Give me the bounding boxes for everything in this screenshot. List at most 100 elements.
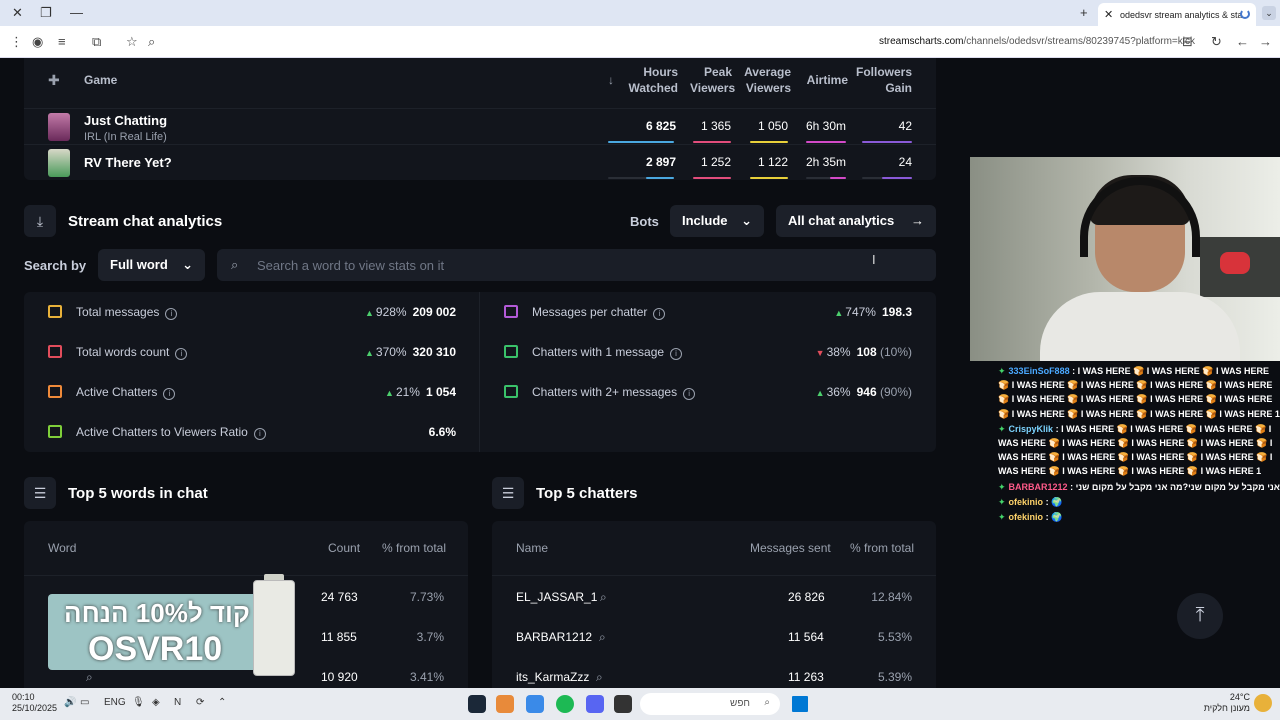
search-chatter-icon[interactable]: ⌕ xyxy=(596,670,603,685)
messages-per-chatter-icon xyxy=(504,305,518,318)
windows-start-icon[interactable] xyxy=(792,696,808,712)
col-hours-watched[interactable]: Hours Watched xyxy=(620,64,678,96)
followers-gain: 24 xyxy=(898,155,912,169)
weather-sun-icon xyxy=(1254,694,1272,712)
taskbar-search[interactable]: חפש ⌕ xyxy=(640,693,780,715)
sync-icon[interactable]: ⟳ xyxy=(196,697,204,708)
stats-divider xyxy=(479,292,480,452)
bots-dropdown[interactable]: Include ⌄ xyxy=(670,205,764,237)
chatter-name[interactable]: its_KarmaZzz xyxy=(516,670,589,684)
bookmark-star-icon[interactable]: ☆ xyxy=(126,34,138,50)
info-icon[interactable]: i xyxy=(165,308,178,320)
search-chatter-icon[interactable]: ⌕ xyxy=(600,590,607,605)
stat-label: Active Chatters xyxy=(76,385,158,399)
game-name[interactable]: RV There Yet? xyxy=(84,155,172,170)
col-average-viewers[interactable]: Average Viewers xyxy=(738,64,791,96)
close-window-icon[interactable]: ✕ xyxy=(12,5,23,21)
tab-list-chevron-icon[interactable]: ⌄ xyxy=(1262,6,1276,20)
avg-bar xyxy=(750,141,788,143)
info-icon[interactable]: i xyxy=(683,388,696,400)
word-search-input[interactable] xyxy=(257,255,857,275)
back-icon[interactable]: ← xyxy=(1236,34,1249,49)
count-cell: 10 920 xyxy=(321,670,358,684)
game-row[interactable]: RV There Yet? 2 897 1 252 1 122 2h 35m 2… xyxy=(24,144,936,180)
weather-widget[interactable]: 24°C מעונן חלקית xyxy=(1200,692,1250,714)
mic-icon[interactable]: 🎙 xyxy=(132,697,145,708)
taskbar-search-label: חפש xyxy=(730,698,750,709)
zoom-icon[interactable]: ⌕ xyxy=(148,34,155,50)
download-icon[interactable]: ⤓ xyxy=(24,205,56,237)
restore-window-icon[interactable]: ❐ xyxy=(40,5,52,21)
game-controller-image xyxy=(1220,252,1250,274)
game-name[interactable]: Just Chatting xyxy=(84,113,167,128)
pct-cell: 5.53% xyxy=(877,630,912,644)
col-count: Count xyxy=(328,541,361,555)
info-icon[interactable]: i xyxy=(175,348,188,360)
spotify-app-icon[interactable] xyxy=(556,695,574,713)
onenote-icon[interactable]: N xyxy=(174,697,181,708)
reading-list-icon[interactable]: ≡ xyxy=(58,34,66,49)
pct-cell: 5.39% xyxy=(877,670,912,684)
messages-cell: 11 263 xyxy=(788,670,824,684)
extensions-icon[interactable]: ⧉ xyxy=(92,34,101,50)
forward-icon[interactable]: → xyxy=(1259,34,1272,49)
site-settings-icon[interactable]: ⊟ xyxy=(1182,34,1193,50)
chevron-down-icon: ⌄ xyxy=(741,213,752,228)
clock-time: 00:10 xyxy=(12,692,35,702)
chat-text: מה אני מקבל על מקום שני?מה אני מקבל על מ… xyxy=(1075,481,1280,492)
messages-icon xyxy=(48,305,62,318)
stat-label: Chatters with 1 message xyxy=(532,345,665,359)
info-icon[interactable]: i xyxy=(670,348,683,360)
stat-chatters-viewers-ratio: Active Chatters to Viewers Ratio i 6.6% xyxy=(48,425,456,445)
chatter-name[interactable]: EL_JASSAR_1 xyxy=(516,590,597,604)
info-icon[interactable]: i xyxy=(253,428,266,440)
new-tab-icon[interactable]: + xyxy=(1080,5,1088,20)
chat-message: ✦ BARBAR1212 : מה אני מקבל על מקום שני?מה… xyxy=(998,480,1280,494)
volume-icon[interactable]: 🔊 xyxy=(64,697,76,708)
top-chatters-table: Name Messages sent % from total EL_JASSA… xyxy=(492,521,936,688)
chatter-name[interactable]: BARBAR1212 xyxy=(516,630,592,644)
battery-icon[interactable]: ▭ xyxy=(80,697,89,708)
info-icon[interactable]: i xyxy=(163,388,176,400)
col-airtime[interactable]: Airtime xyxy=(800,72,848,88)
stat-label: Chatters with 2+ messages xyxy=(532,385,678,399)
tab-active[interactable]: ✕ odedsvr stream analytics & sta xyxy=(1098,3,1256,26)
stat-value: 108 xyxy=(856,345,877,359)
network-icon[interactable]: ◈ xyxy=(152,697,160,708)
scroll-to-top-icon[interactable]: ⤒ xyxy=(1177,593,1223,639)
up-arrow-icon: ▲ xyxy=(834,308,844,318)
discord-app-icon[interactable] xyxy=(586,695,604,713)
word-search[interactable]: ⌕ xyxy=(217,249,936,281)
steam-app-icon[interactable] xyxy=(468,695,486,713)
col-followers-gain[interactable]: Followers Gain xyxy=(856,64,912,96)
all-chat-analytics-button[interactable]: All chat analytics → xyxy=(776,205,936,237)
terminal-app-icon[interactable] xyxy=(614,695,632,713)
words-icon xyxy=(48,345,62,358)
chat-badge-icon: ✦ xyxy=(998,512,1006,523)
col-game[interactable]: Game xyxy=(84,72,117,88)
col-peak-viewers[interactable]: Peak Viewers xyxy=(690,64,735,96)
info-icon[interactable]: i xyxy=(653,308,666,320)
menu-dots-icon[interactable]: ⋮ xyxy=(10,34,23,50)
search-chatter-icon[interactable]: ⌕ xyxy=(599,630,606,645)
webcam-overlay xyxy=(970,157,1280,361)
url-text[interactable]: streamscharts.com/channels/odedsvr/strea… xyxy=(879,36,1195,47)
sort-desc-icon[interactable]: ↓ xyxy=(608,72,614,88)
reload-icon[interactable]: ↻ xyxy=(1211,34,1222,50)
game-row[interactable]: Just Chatting IRL (In Real Life) 6 825 1… xyxy=(24,108,936,144)
app-icon[interactable] xyxy=(496,695,514,713)
tray-overflow-chevron-icon[interactable]: ⌃ xyxy=(218,697,226,708)
search-mode-dropdown[interactable]: Full word ⌄ xyxy=(98,249,205,281)
close-tab-icon[interactable]: ✕ xyxy=(1104,8,1113,21)
minimize-window-icon[interactable]: — xyxy=(70,5,83,20)
up-arrow-icon: ▲ xyxy=(385,388,394,398)
chat-text: 🌍 xyxy=(1051,512,1063,523)
chat-badge-icon: ✦ xyxy=(998,366,1006,376)
count-cell: 11 855 xyxy=(321,630,357,644)
stat-value: 209 002 xyxy=(412,305,456,319)
chrome-app-icon[interactable] xyxy=(526,695,544,713)
clock[interactable]: 00:10 25/10/2025 xyxy=(12,692,57,714)
language-indicator[interactable]: ENG xyxy=(104,697,126,708)
list-icon: ☰ xyxy=(24,477,56,509)
profile-icon[interactable]: ◉ xyxy=(32,34,43,50)
